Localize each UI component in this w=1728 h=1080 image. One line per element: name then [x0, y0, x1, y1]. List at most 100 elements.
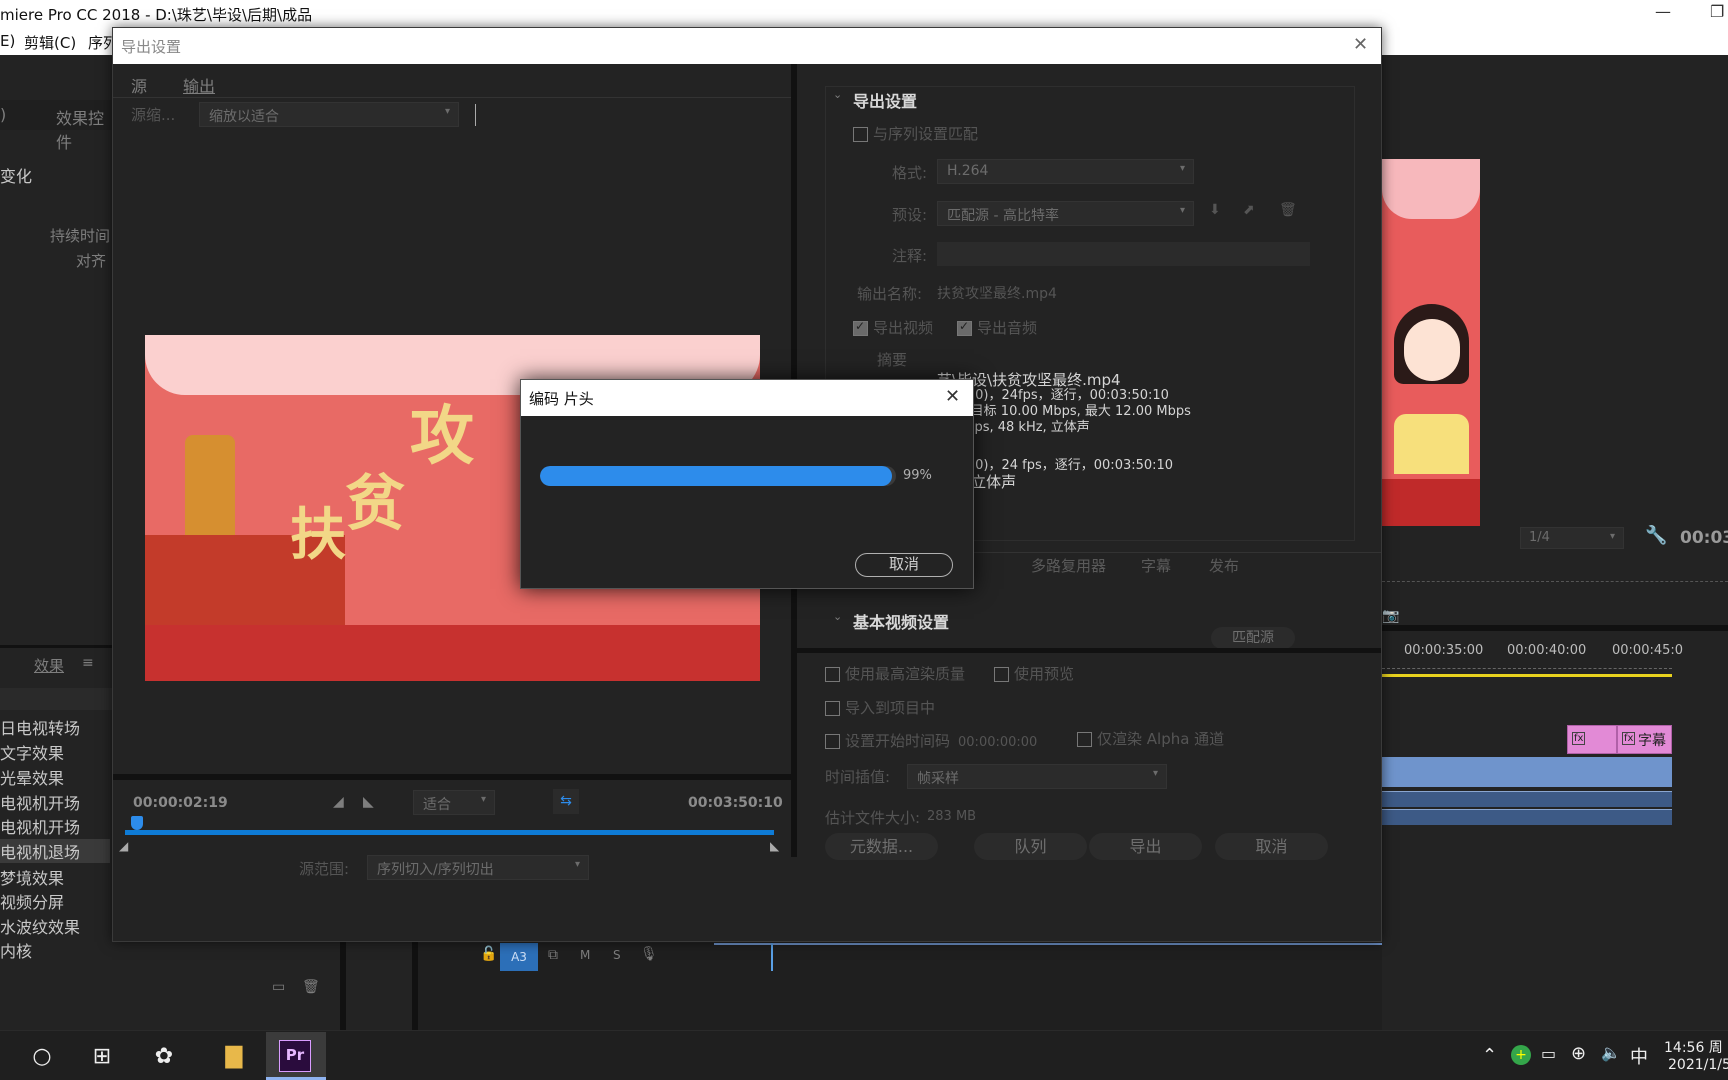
out-point-handle[interactable]: ◣: [770, 839, 779, 853]
use-preview-checkbox[interactable]: 使用预览: [994, 663, 1074, 684]
export-video-checkbox[interactable]: 导出视频: [853, 317, 933, 338]
list-item[interactable]: 视频分屏: [0, 889, 64, 913]
tab-output[interactable]: 输出: [183, 73, 215, 97]
scrub-bar[interactable]: [125, 830, 774, 835]
timeline-clip[interactable]: fx: [1567, 725, 1617, 754]
close-icon[interactable]: ✕: [1353, 34, 1368, 55]
list-item[interactable]: 水波纹效果: [0, 914, 80, 938]
preset-select[interactable]: 匹配源 - 高比特率 ▾: [937, 201, 1194, 226]
timeline-panel: 00:00:35:00 00:00:40:00 00:00:45:0 fx fx…: [1382, 631, 1728, 1031]
folder-icon[interactable]: ▭: [272, 979, 285, 995]
app-pinwheel-icon[interactable]: ✿: [148, 1041, 180, 1073]
match-sequence-checkbox[interactable]: 与序列设置匹配: [853, 123, 978, 144]
mic-icon[interactable]: 🎙: [640, 946, 658, 962]
list-item[interactable]: 电视机开场: [0, 814, 80, 838]
output-name-label: 输出名称:: [857, 285, 923, 303]
menu-edit[interactable]: E): [0, 32, 15, 50]
tab-edge[interactable]: ): [0, 105, 6, 124]
wrench-icon[interactable]: 🔧: [1645, 525, 1667, 546]
trash-icon[interactable]: 🗑: [302, 979, 320, 995]
chevron-down-icon[interactable]: ⌄: [833, 610, 842, 623]
menu-clip[interactable]: 剪辑(C): [24, 32, 76, 53]
chevron-down-icon[interactable]: ⌄: [833, 88, 842, 101]
summary-line: 1 次, 目标 10.00 Mbps, 最大 12.00 Mbps: [937, 404, 1191, 419]
transform-row[interactable]: 变化: [0, 163, 32, 187]
ime-indicator[interactable]: 中: [1630, 1043, 1648, 1069]
match-source-button[interactable]: 匹配源: [1211, 627, 1295, 649]
cancel-encode-button[interactable]: 取消: [855, 553, 953, 577]
minimize-icon[interactable]: —: [1655, 2, 1671, 21]
list-item[interactable]: 电视机开场: [0, 790, 80, 814]
tray-app-icon[interactable]: +: [1511, 1045, 1531, 1065]
search-circle-icon[interactable]: ○: [26, 1041, 58, 1073]
lock-icon[interactable]: 🔓: [480, 946, 497, 962]
list-item[interactable]: 内核: [0, 938, 32, 962]
list-item-selected[interactable]: 电视机退场: [0, 839, 110, 863]
set-timecode-checkbox[interactable]: 设置开始时间码 00:00:00:00: [825, 730, 1037, 751]
file-explorer-icon[interactable]: ▇: [218, 1041, 250, 1073]
save-preset-icon[interactable]: ⬇: [1209, 202, 1221, 218]
zoom-select[interactable]: 1/4 ▾: [1520, 527, 1624, 549]
encoding-title-bar: 编码 片头 ✕: [521, 380, 973, 416]
battery-icon[interactable]: ▭: [1541, 1044, 1556, 1063]
output-name-link[interactable]: 扶贫攻坚最终.mp4: [937, 283, 1057, 303]
comment-input[interactable]: [937, 242, 1310, 266]
poster-char: 攻: [410, 399, 474, 474]
summary-line: 20 Kbps, 48 kHz, 立体声: [937, 420, 1090, 435]
list-item[interactable]: 光晕效果: [0, 765, 64, 789]
tab-captions[interactable]: 字幕: [1141, 555, 1171, 576]
aspect-icon[interactable]: ⇆: [553, 789, 579, 814]
format-select[interactable]: H.264 ▾: [937, 159, 1194, 184]
globe-icon[interactable]: ⊕: [1571, 1043, 1586, 1064]
tab-effects[interactable]: 效果: [34, 655, 64, 676]
clock-time[interactable]: 14:56 周: [1664, 1037, 1723, 1057]
duration-label: 持续时间: [50, 227, 111, 245]
max-render-checkbox[interactable]: 使用最高渲染质量: [825, 663, 965, 684]
camera-icon[interactable]: 📷: [1382, 608, 1399, 624]
in-point-handle[interactable]: ◢: [119, 839, 128, 853]
import-project-checkbox[interactable]: 导入到项目中: [825, 697, 935, 718]
export-button[interactable]: 导出: [1089, 833, 1202, 860]
metadata-button[interactable]: 元数据...: [825, 833, 938, 860]
import-preset-icon[interactable]: ⬈: [1243, 202, 1255, 218]
list-item[interactable]: 梦境效果: [0, 865, 64, 889]
mark-out-icon[interactable]: ◣: [363, 794, 374, 810]
timeline-clip[interactable]: fx 字幕: [1617, 725, 1672, 754]
section-header: 基本视频设置: [853, 613, 950, 632]
source-range-select[interactable]: 序列切入/序列切出 ▾: [367, 855, 589, 880]
program-monitor-frame: [1382, 159, 1480, 526]
list-item[interactable]: 日电视转场: [0, 715, 80, 739]
work-area-bar[interactable]: [1382, 674, 1672, 677]
tab-effect-controls[interactable]: 效果控件: [56, 105, 112, 153]
premiere-taskbar-button[interactable]: Pr: [266, 1032, 326, 1080]
audio-track-clip[interactable]: [1382, 809, 1672, 825]
delete-preset-icon[interactable]: 🗑: [1279, 202, 1297, 218]
list-item[interactable]: 文字效果: [0, 740, 64, 764]
maximize-icon[interactable]: ❐: [1710, 2, 1724, 21]
close-icon[interactable]: ✕: [945, 386, 960, 407]
interpolation-select[interactable]: 帧采样 ▾: [907, 764, 1167, 789]
source-scale-select[interactable]: 缩放以适合 ▾: [199, 102, 459, 127]
solo-button[interactable]: S: [613, 948, 621, 962]
clock-date[interactable]: 2021/1/5: [1668, 1057, 1728, 1073]
queue-button[interactable]: 队列: [974, 833, 1087, 860]
alpha-only-checkbox[interactable]: 仅渲染 Alpha 通道: [1077, 728, 1224, 749]
panel-menu-icon[interactable]: ≡: [82, 655, 94, 671]
chevron-up-icon[interactable]: ⌃: [1482, 1045, 1497, 1066]
encoding-dialog: 编码 片头 ✕ 99% 取消: [520, 379, 974, 589]
track-a3-toggle[interactable]: A3: [500, 943, 538, 971]
video-track-clip[interactable]: [1382, 757, 1672, 787]
tab-multiplexer[interactable]: 多路复用器: [1031, 555, 1106, 576]
tab-publish[interactable]: 发布: [1209, 555, 1239, 576]
mute-button[interactable]: M: [580, 948, 590, 962]
task-view-icon[interactable]: ⊞: [86, 1041, 118, 1073]
audio-track-clip[interactable]: [1382, 791, 1672, 807]
volume-icon[interactable]: 🔈: [1601, 1043, 1621, 1062]
playhead-handle[interactable]: [131, 816, 143, 830]
tab-source[interactable]: 源: [131, 73, 147, 97]
mark-in-icon[interactable]: ◢: [333, 794, 344, 810]
sync-icon[interactable]: ⧉: [548, 947, 558, 963]
fit-select[interactable]: 适合 ▾: [413, 790, 495, 815]
export-audio-checkbox[interactable]: 导出音频: [957, 317, 1037, 338]
cancel-button[interactable]: 取消: [1215, 833, 1328, 860]
